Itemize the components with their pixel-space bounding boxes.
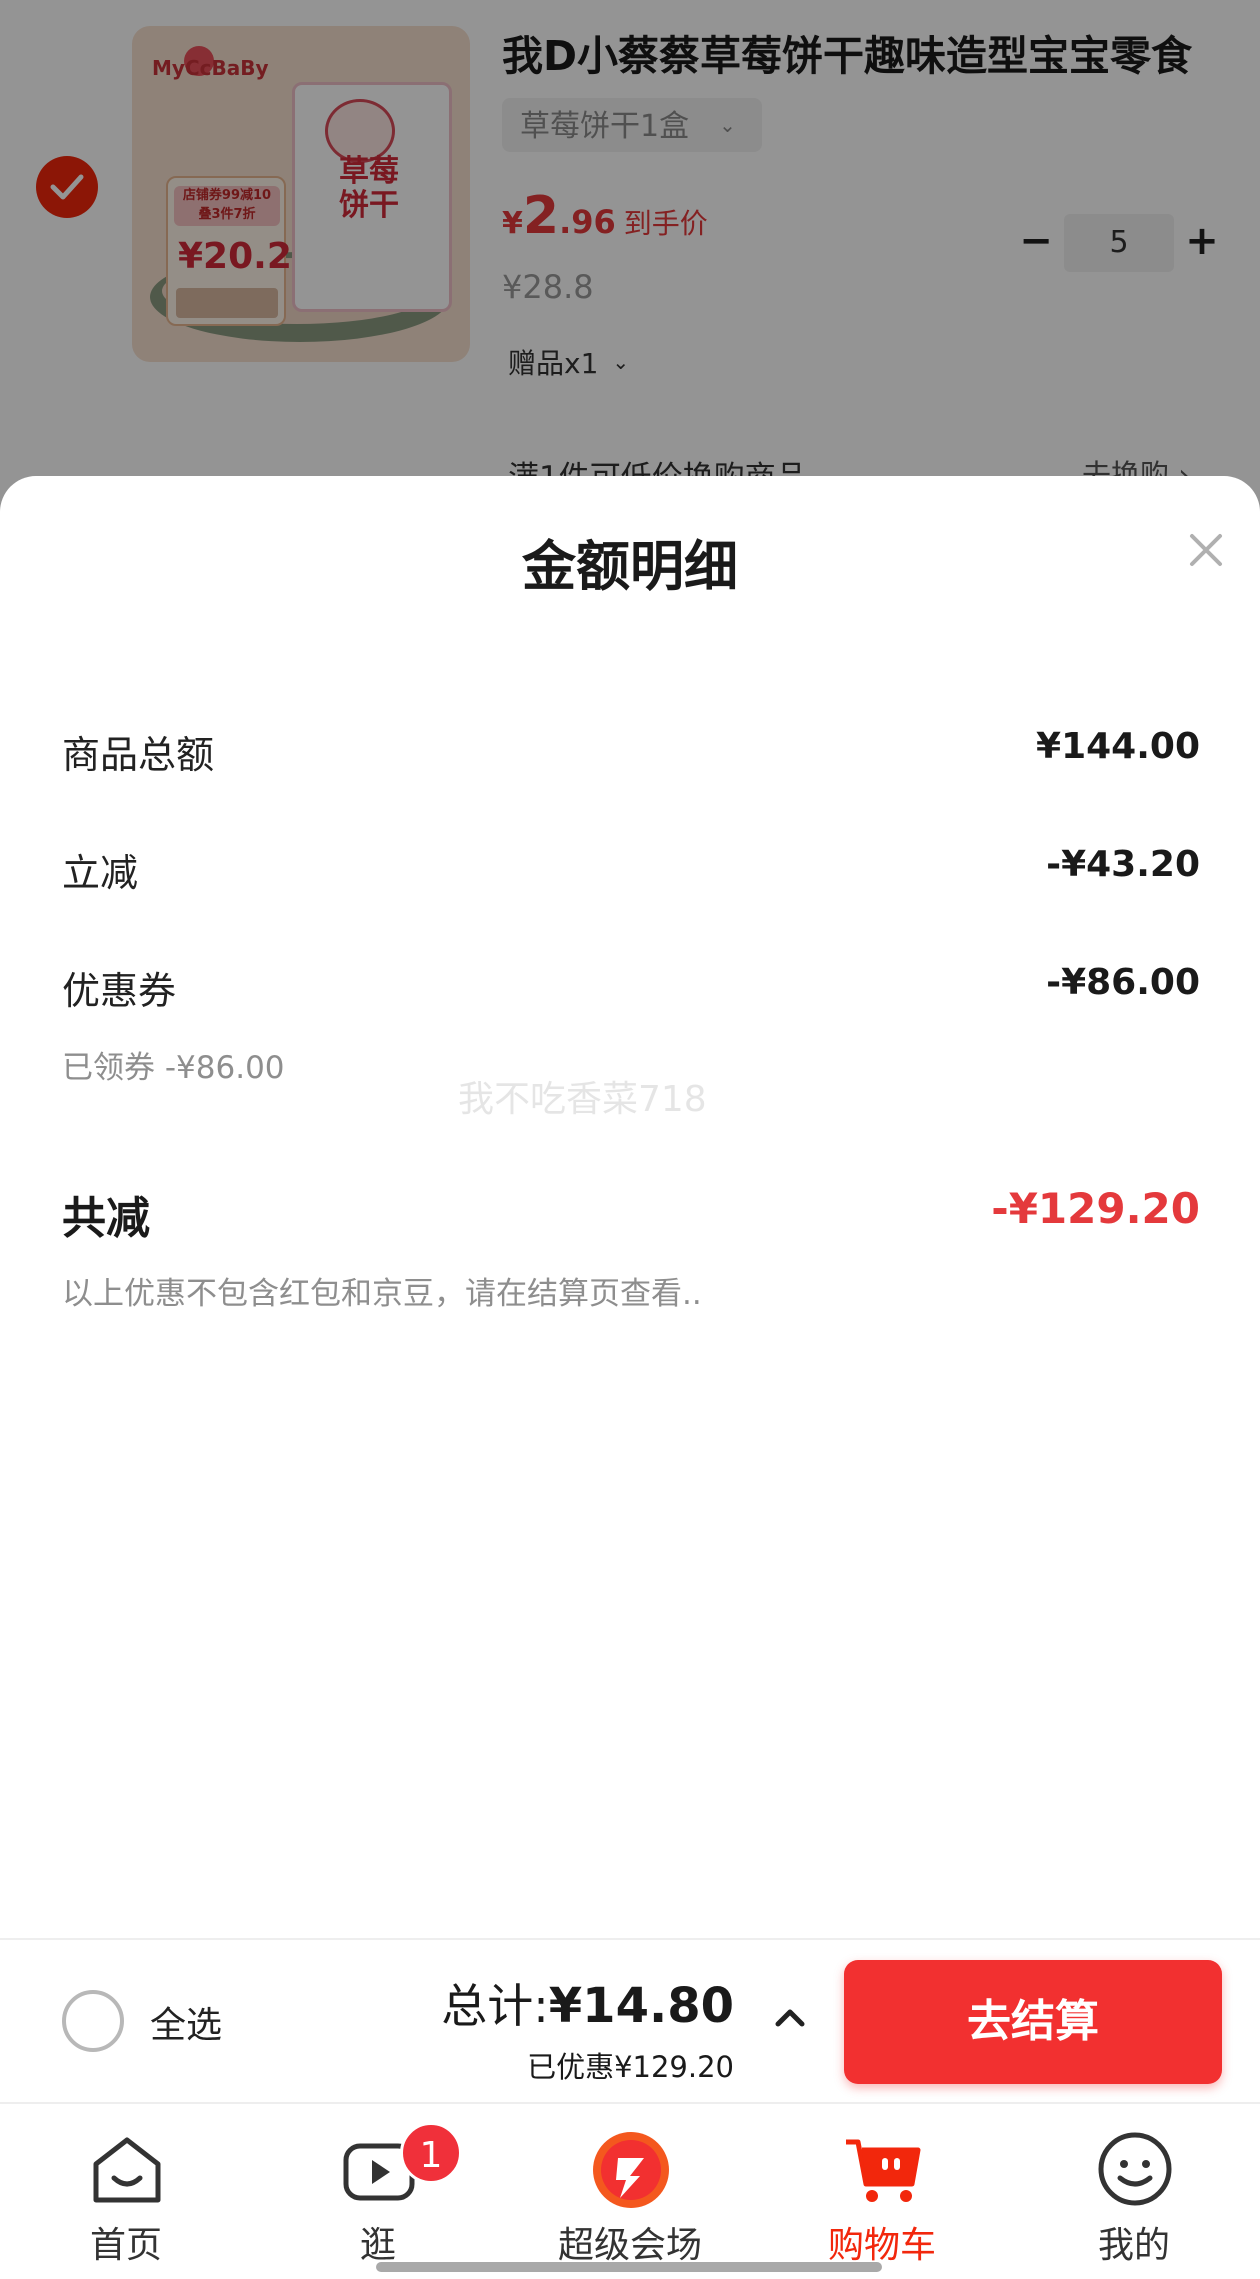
tab-profile[interactable]: 我的 (1008, 2104, 1260, 2279)
total-discount-value: -¥129.20 (991, 1184, 1200, 1233)
super-venue-icon (593, 2132, 669, 2208)
close-button[interactable] (1186, 530, 1226, 570)
tab-explore-label: 逛 (359, 2225, 396, 2266)
profile-icon (1098, 2132, 1172, 2206)
checkout-bar: 全选 总计:¥14.80 已优惠¥129.20 去结算 (0, 1938, 1260, 2102)
tab-super-venue[interactable]: 超级会场 (504, 2104, 756, 2279)
collapse-details-button[interactable] (770, 2002, 810, 2032)
watermark: 我不吃香菜718 (458, 1079, 707, 1120)
total-prefix: 总计: (441, 1979, 549, 2033)
tab-cart-label: 购物车 (827, 2225, 936, 2266)
total-discount-label: 共减 (62, 1193, 150, 1244)
discount-note: 以上优惠不包含红包和京豆，请在结算页查看.. (62, 1276, 702, 1312)
close-icon (1190, 534, 1222, 566)
row-value-coupon: -¥86.00 (1046, 962, 1200, 1003)
total-price: 总计:¥14.80 (441, 1970, 734, 2036)
chevron-up-icon (775, 2009, 805, 2027)
notification-badge: 1 (400, 2122, 462, 2184)
tab-home[interactable]: 首页 (0, 2104, 252, 2279)
select-all-checkbox[interactable] (62, 1990, 124, 2052)
tab-cart[interactable]: 购物车 (756, 2104, 1008, 2279)
home-icon (93, 2137, 161, 2203)
cart-icon (846, 2139, 921, 2202)
row-label-goods-total: 商品总额 (62, 733, 215, 777)
home-indicator[interactable] (376, 2262, 882, 2272)
sheet-title: 金额明细 (522, 535, 738, 598)
row-value-goods-total: ¥144.00 (1036, 726, 1200, 767)
row-label-instant-discount: 立减 (62, 851, 139, 895)
tab-home-label: 首页 (89, 2225, 162, 2266)
amount-detail-sheet: 金额明细 商品总额 ¥144.00 立减 -¥43.20 优惠券 -¥86.00… (0, 476, 1260, 1938)
row-label-coupon: 优惠券 (62, 969, 177, 1013)
checkout-button[interactable]: 去结算 (844, 1960, 1222, 2084)
bottom-tab-bar: 首页 1 逛 超级会场 购物车 我的 (0, 2102, 1260, 2279)
tab-profile-label: 我的 (1097, 2225, 1170, 2266)
total-amount: ¥14.80 (548, 1978, 734, 2034)
coupon-claimed-text: 已领券 -¥86.00 (62, 1050, 285, 1086)
tab-super-venue-label: 超级会场 (557, 2225, 702, 2266)
select-all-label[interactable]: 全选 (150, 1996, 222, 2048)
tab-explore[interactable]: 1 逛 (252, 2104, 504, 2279)
row-value-instant-discount: -¥43.20 (1046, 844, 1200, 885)
modal-overlay[interactable] (0, 0, 1260, 520)
saved-amount: 已优惠¥129.20 (527, 2050, 734, 2084)
